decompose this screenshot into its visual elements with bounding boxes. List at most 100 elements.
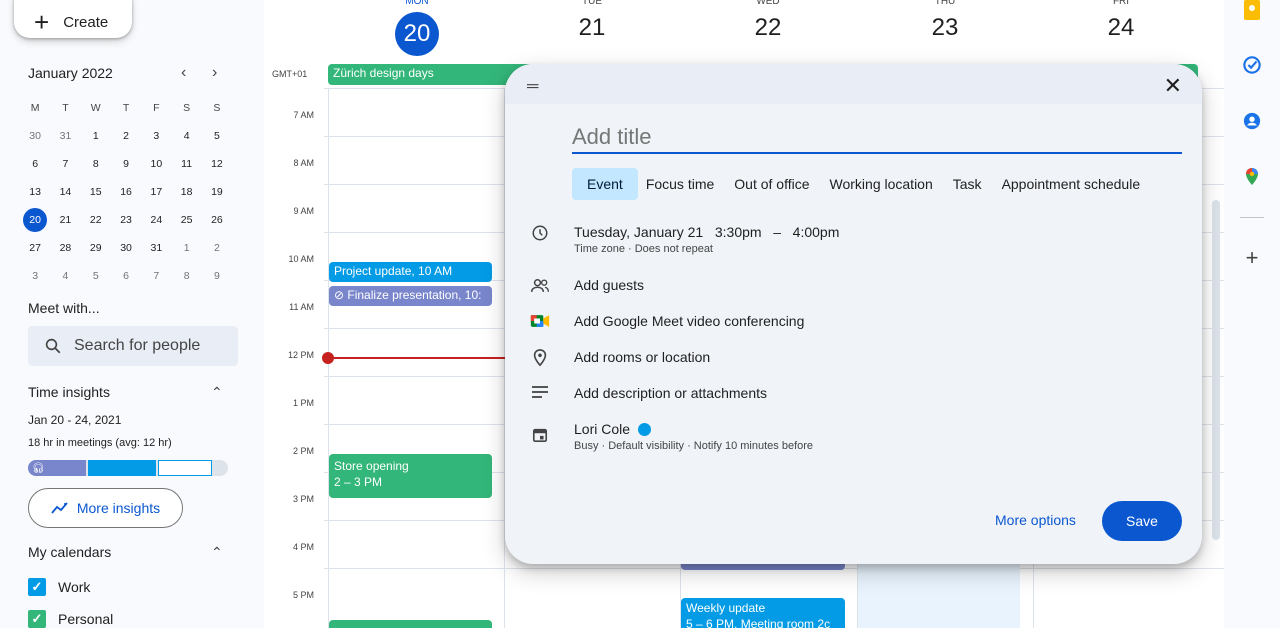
collapse-calendars-icon[interactable]: ⌃ bbox=[211, 544, 223, 561]
mini-calendar-day[interactable]: 30 bbox=[111, 234, 141, 262]
date-time-text[interactable]: Tuesday, January 21 3:30pm – 4:00pm bbox=[574, 224, 839, 240]
mini-calendar-day[interactable]: 7 bbox=[141, 262, 171, 290]
mini-calendar-day[interactable]: 11 bbox=[171, 150, 201, 178]
mini-calendar-day[interactable]: 14 bbox=[50, 178, 80, 206]
close-icon[interactable]: ✕ bbox=[1164, 73, 1182, 99]
add-meet-row[interactable]: Add Google Meet video conferencing bbox=[530, 313, 804, 334]
mini-calendar-day[interactable]: 7 bbox=[50, 150, 80, 178]
previous-month-icon[interactable]: ‹ bbox=[181, 64, 186, 82]
day-header-mon[interactable]: MON 20 bbox=[329, 0, 505, 56]
day-header-tue[interactable]: TUE 21 bbox=[504, 0, 680, 42]
tab-event[interactable]: Event bbox=[572, 168, 638, 200]
event-finalize-presentation[interactable]: ⊘ Finalize presentation, 10: bbox=[329, 286, 492, 306]
mini-calendar-day[interactable]: 9 bbox=[111, 150, 141, 178]
weekday-header: T bbox=[62, 102, 69, 114]
dialog-drag-bar[interactable] bbox=[505, 64, 1202, 104]
mini-calendar-day[interactable]: 16 bbox=[111, 178, 141, 206]
keep-icon[interactable] bbox=[1242, 0, 1262, 20]
insights-meetings: 18 hr in meetings (avg: 12 hr) bbox=[28, 437, 172, 449]
add-guests-row[interactable]: Add guests bbox=[530, 277, 644, 300]
mini-calendar-day[interactable]: 17 bbox=[141, 178, 171, 206]
mini-calendar-day[interactable]: 4 bbox=[171, 122, 201, 150]
mini-calendar-day[interactable]: 5 bbox=[81, 262, 111, 290]
tab-working-location[interactable]: Working location bbox=[826, 168, 937, 200]
save-button[interactable]: Save bbox=[1102, 501, 1182, 541]
mini-calendar-day[interactable]: 2 bbox=[111, 122, 141, 150]
checkbox-icon[interactable]: ✓ bbox=[28, 610, 46, 628]
event-dialog: ═ ✕ Event Focus time Out of office Worki… bbox=[505, 64, 1202, 564]
mini-calendar-day[interactable]: 29 bbox=[81, 234, 111, 262]
mini-calendar-day[interactable]: 23 bbox=[111, 206, 141, 234]
mini-calendar-day[interactable]: 28 bbox=[50, 234, 80, 262]
add-location-row[interactable]: Add rooms or location bbox=[530, 349, 710, 372]
hour-label: 1 PM bbox=[292, 398, 314, 408]
mini-calendar-day[interactable]: 19 bbox=[202, 178, 232, 206]
mini-calendar-day[interactable]: 8 bbox=[171, 262, 201, 290]
weekday-header: S bbox=[213, 102, 221, 114]
day-header-fri[interactable]: FRI 24 bbox=[1033, 0, 1209, 42]
more-insights-button[interactable]: More insights bbox=[28, 488, 183, 528]
event-partial[interactable] bbox=[329, 620, 492, 628]
mini-calendar-day[interactable]: 18 bbox=[171, 178, 201, 206]
time-zone-text[interactable]: Time zone · Does not repeat bbox=[574, 243, 839, 255]
add-location-label: Add rooms or location bbox=[574, 349, 711, 365]
mini-calendar-day[interactable]: 1 bbox=[81, 122, 111, 150]
mini-calendar-day[interactable]: 30 bbox=[20, 122, 50, 150]
mini-calendar-day[interactable]: 3 bbox=[20, 262, 50, 290]
mini-calendar-day[interactable]: 10 bbox=[141, 150, 171, 178]
mini-calendar-day[interactable]: 12 bbox=[202, 150, 232, 178]
mini-calendar-day[interactable]: 24 bbox=[141, 206, 171, 234]
mini-calendar-day[interactable]: 2 bbox=[202, 234, 232, 262]
day-header-thu[interactable]: THU 23 bbox=[857, 0, 1033, 42]
mini-calendar-day[interactable]: 1 bbox=[171, 234, 201, 262]
mini-calendar-day[interactable]: 15 bbox=[81, 178, 111, 206]
search-people-field[interactable]: Search for people bbox=[28, 326, 238, 366]
event-project-update[interactable]: Project update, 10 AM bbox=[329, 262, 492, 282]
calendar-item-personal[interactable]: ✓ Personal bbox=[28, 610, 113, 628]
mini-calendar-day[interactable]: 22 bbox=[81, 206, 111, 234]
add-addon-icon[interactable]: + bbox=[1242, 245, 1262, 270]
event-weekly-update[interactable]: Weekly update 5 – 6 PM, Meeting room 2c bbox=[681, 598, 845, 628]
mini-calendar-day[interactable]: 26 bbox=[202, 206, 232, 234]
mini-calendar-day[interactable]: 6 bbox=[111, 262, 141, 290]
weekday-header: T bbox=[122, 102, 130, 114]
mini-calendar-day[interactable]: 4 bbox=[50, 262, 80, 290]
mini-calendar-day[interactable]: 3 bbox=[141, 122, 171, 150]
maps-icon[interactable] bbox=[1242, 167, 1262, 187]
mini-calendar-day[interactable]: 31 bbox=[141, 234, 171, 262]
mini-calendar-day[interactable]: 27 bbox=[20, 234, 50, 262]
date-time-row[interactable]: Tuesday, January 21 3:30pm – 4:00pm Time… bbox=[530, 224, 839, 255]
create-button[interactable]: + Create bbox=[14, 0, 132, 38]
mini-calendar-day[interactable]: 20 bbox=[20, 206, 50, 234]
tab-out-of-office[interactable]: Out of office bbox=[730, 168, 813, 200]
next-month-icon[interactable]: › bbox=[212, 64, 217, 82]
mini-calendar-day[interactable]: 13 bbox=[20, 178, 50, 206]
mini-calendar-day[interactable]: 6 bbox=[20, 150, 50, 178]
timezone-label: GMT+01 bbox=[272, 69, 308, 79]
checkbox-icon[interactable]: ✓ bbox=[28, 578, 46, 596]
owner-name: Lori Cole bbox=[574, 421, 631, 437]
calendar-item-work[interactable]: ✓ Work bbox=[28, 578, 90, 596]
more-options-button[interactable]: More options bbox=[995, 512, 1076, 528]
mini-calendar-day[interactable]: 25 bbox=[171, 206, 201, 234]
calendar-owner-row[interactable]: Lori Cole Busy · Default visibility · No… bbox=[530, 421, 813, 452]
mini-calendar-day[interactable]: 5 bbox=[202, 122, 232, 150]
event-type-tabs: Event Focus time Out of office Working l… bbox=[572, 168, 1152, 200]
add-description-row[interactable]: Add description or attachments bbox=[530, 385, 767, 404]
tasks-icon[interactable] bbox=[1242, 55, 1262, 75]
mini-calendar-day[interactable]: 21 bbox=[50, 206, 80, 234]
mini-calendar-day[interactable]: 8 bbox=[81, 150, 111, 178]
mini-calendar-day[interactable]: 31 bbox=[50, 122, 80, 150]
tab-focus-time[interactable]: Focus time bbox=[642, 168, 718, 200]
mini-calendar-day[interactable]: 9 bbox=[202, 262, 232, 290]
drag-handle-icon[interactable]: ═ bbox=[527, 78, 538, 96]
event-store-opening[interactable]: Store opening 2 – 3 PM bbox=[329, 454, 492, 498]
tab-task[interactable]: Task bbox=[949, 168, 986, 200]
tab-appointment-schedule[interactable]: Appointment schedule bbox=[998, 168, 1145, 200]
title-input[interactable] bbox=[572, 122, 1182, 154]
day-header-wed[interactable]: WED 22 bbox=[680, 0, 856, 42]
contacts-icon[interactable] bbox=[1242, 111, 1262, 131]
scrollbar[interactable] bbox=[1212, 200, 1220, 540]
calendar-color-dot[interactable] bbox=[638, 422, 652, 436]
collapse-insights-icon[interactable]: ⌃ bbox=[211, 384, 223, 401]
